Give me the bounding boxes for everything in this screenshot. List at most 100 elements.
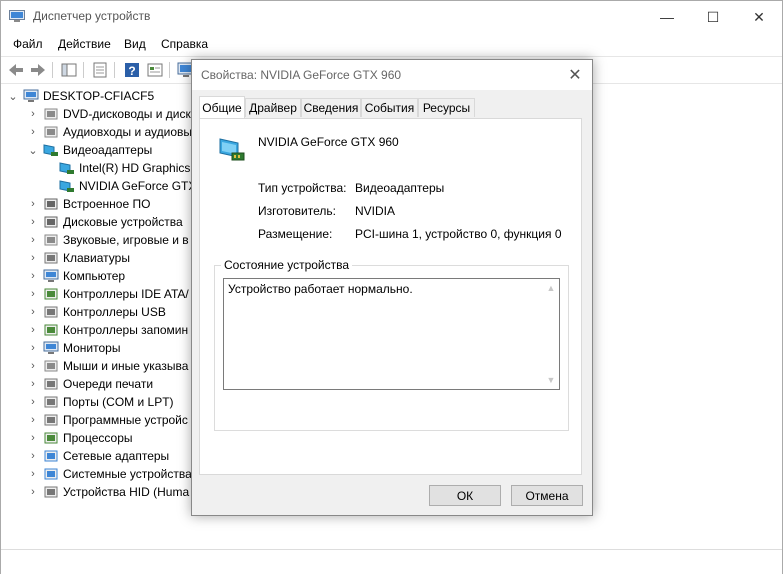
network-adapter-icon	[44, 450, 58, 462]
expand-chevron-icon[interactable]: ›	[27, 378, 39, 390]
display-adapter-icon	[219, 138, 245, 161]
tree-category-item[interactable]: › Контроллеры USB	[27, 303, 166, 321]
tree-category-item[interactable]: › Устройства HID (Huma	[27, 483, 189, 501]
location-value: PCI-шина 1, устройство 0, функция 0	[355, 227, 562, 241]
hid-device-icon	[44, 486, 58, 498]
tree-category-item[interactable]: › Очереди печати	[27, 375, 153, 393]
location-label: Размещение:	[258, 227, 333, 241]
scroll-down-icon[interactable]: ▼	[545, 374, 557, 386]
software-device-icon	[44, 414, 58, 426]
expand-chevron-icon[interactable]: ›	[27, 126, 39, 138]
tree-category-item[interactable]: › Компьютер	[27, 267, 125, 285]
menu-file[interactable]: Файл	[13, 37, 43, 51]
tree-item-label: Клавиатуры	[63, 251, 130, 265]
device-name: NVIDIA GeForce GTX 960	[258, 135, 399, 149]
tree-category-item[interactable]: › Звуковые, игровые и в	[27, 231, 189, 249]
tree-item-label: Контроллеры запомин	[63, 323, 189, 337]
expand-chevron-icon[interactable]: ›	[27, 450, 39, 462]
menu-view[interactable]: Вид	[124, 37, 146, 51]
tree-root-label: DESKTOP-CFIACF5	[43, 89, 155, 103]
tree-item-label: Сетевые адаптеры	[63, 449, 170, 463]
tree-category-item[interactable]: › Процессоры	[27, 429, 132, 447]
disk-drive-icon	[44, 216, 58, 228]
tab-details[interactable]: Сведения	[301, 98, 361, 117]
show-hide-tree-icon[interactable]	[59, 60, 79, 80]
tab-resources[interactable]: Ресурсы	[418, 98, 475, 117]
tree-category-item[interactable]: › Программные устройс	[27, 411, 188, 429]
tree-category-item[interactable]: › Сетевые адаптеры	[27, 447, 169, 465]
tree-category-item[interactable]: › Мониторы	[27, 339, 120, 357]
tree-item-label: Мониторы	[63, 341, 121, 355]
properties-icon[interactable]	[90, 60, 110, 80]
tree-child-item[interactable]: Intel(R) HD Graphics	[47, 159, 190, 177]
minimize-button[interactable]: —	[644, 1, 690, 33]
tree-category-item[interactable]: › Аудиовходы и аудиовых	[27, 123, 198, 141]
tree-category-item[interactable]: › Контроллеры запомин	[27, 321, 188, 339]
title-bar: Диспетчер устройств — ☐ ✕	[1, 1, 782, 33]
usb-icon	[44, 306, 58, 318]
back-arrow-icon[interactable]	[6, 60, 26, 80]
tree-item-label: Контроллеры USB	[63, 305, 166, 319]
tree-item-label: Контроллеры IDE ATA/	[63, 287, 189, 301]
details-view-icon[interactable]	[145, 60, 165, 80]
maximize-button[interactable]: ☐	[690, 1, 736, 33]
expand-chevron-icon[interactable]: ›	[27, 234, 39, 246]
collapse-chevron-icon[interactable]: ⌄	[27, 144, 39, 157]
expand-chevron-icon[interactable]: ›	[27, 198, 39, 210]
firmware-icon	[44, 198, 58, 210]
expand-chevron-icon[interactable]: ›	[27, 108, 39, 120]
printer-icon	[44, 378, 58, 390]
expand-chevron-icon[interactable]: ›	[27, 468, 39, 480]
expand-chevron-icon[interactable]: ›	[27, 270, 39, 282]
system-device-icon	[44, 468, 58, 480]
tab-general[interactable]: Общие	[199, 96, 245, 118]
dvd-drive-icon	[44, 108, 58, 120]
cancel-button[interactable]: Отмена	[511, 485, 583, 506]
tree-item-label: Устройства HID (Huma	[63, 485, 190, 499]
dialog-close-button[interactable]: ✕	[562, 62, 588, 88]
help-icon[interactable]: ?	[122, 60, 142, 80]
ok-button[interactable]: ОК	[429, 485, 501, 506]
tree-item-label: Звуковые, игровые и в	[63, 233, 189, 247]
expand-chevron-icon[interactable]: ›	[27, 414, 39, 426]
tree-category-item[interactable]: › Мыши и иные указыва	[27, 357, 188, 375]
device-status-textbox[interactable]: Устройство работает нормально. ▲ ▼	[223, 278, 560, 390]
port-icon	[44, 396, 58, 408]
tree-category-item[interactable]: › Контроллеры IDE ATA/	[27, 285, 189, 303]
tree-category-item[interactable]: › Дисковые устройства	[27, 213, 183, 231]
tab-events[interactable]: События	[361, 98, 418, 117]
tree-category-item[interactable]: › Системные устройства	[27, 465, 192, 483]
tree-child-item[interactable]: NVIDIA GeForce GTX	[47, 177, 196, 195]
dialog-title: Свойства: NVIDIA GeForce GTX 960	[201, 68, 402, 82]
close-button[interactable]: ✕	[736, 1, 782, 33]
tree-item-label: Дисковые устройства	[63, 215, 183, 229]
expand-chevron-icon[interactable]: ›	[27, 342, 39, 354]
display-adapter-icon	[59, 180, 74, 192]
properties-dialog: Свойства: NVIDIA GeForce GTX 960 ✕ Общие…	[191, 59, 593, 516]
toolbar-separator	[83, 62, 84, 78]
tree-category-item[interactable]: ⌄ Видеоадаптеры	[27, 141, 152, 159]
expand-chevron-icon[interactable]: ›	[27, 324, 39, 336]
menu-action[interactable]: Действие	[58, 37, 111, 51]
tree-root[interactable]: ⌄ DESKTOP-CFIACF5	[7, 87, 154, 105]
expand-chevron-icon[interactable]: ›	[27, 486, 39, 498]
expand-chevron-icon[interactable]: ›	[27, 360, 39, 372]
collapse-chevron-icon[interactable]: ⌄	[7, 90, 19, 103]
tree-category-item[interactable]: › Клавиатуры	[27, 249, 130, 267]
scroll-up-icon[interactable]: ▲	[545, 282, 557, 294]
expand-chevron-icon[interactable]: ›	[27, 216, 39, 228]
menu-help[interactable]: Справка	[161, 37, 208, 51]
tree-category-item[interactable]: › DVD-дисководы и дисков	[27, 105, 204, 123]
computer-icon	[43, 269, 59, 282]
expand-chevron-icon[interactable]: ›	[27, 252, 39, 264]
expand-chevron-icon[interactable]: ›	[27, 396, 39, 408]
expand-chevron-icon[interactable]: ›	[27, 432, 39, 444]
tree-category-item[interactable]: › Порты (COM и LPT)	[27, 393, 173, 411]
expand-chevron-icon[interactable]: ›	[27, 288, 39, 300]
tree-category-item[interactable]: › Встроенное ПО	[27, 195, 150, 213]
processor-icon	[44, 432, 58, 444]
forward-arrow-icon[interactable]	[28, 60, 48, 80]
expand-chevron-icon[interactable]: ›	[27, 306, 39, 318]
tab-driver[interactable]: Драйвер	[245, 98, 301, 117]
toolbar-separator	[114, 62, 115, 78]
